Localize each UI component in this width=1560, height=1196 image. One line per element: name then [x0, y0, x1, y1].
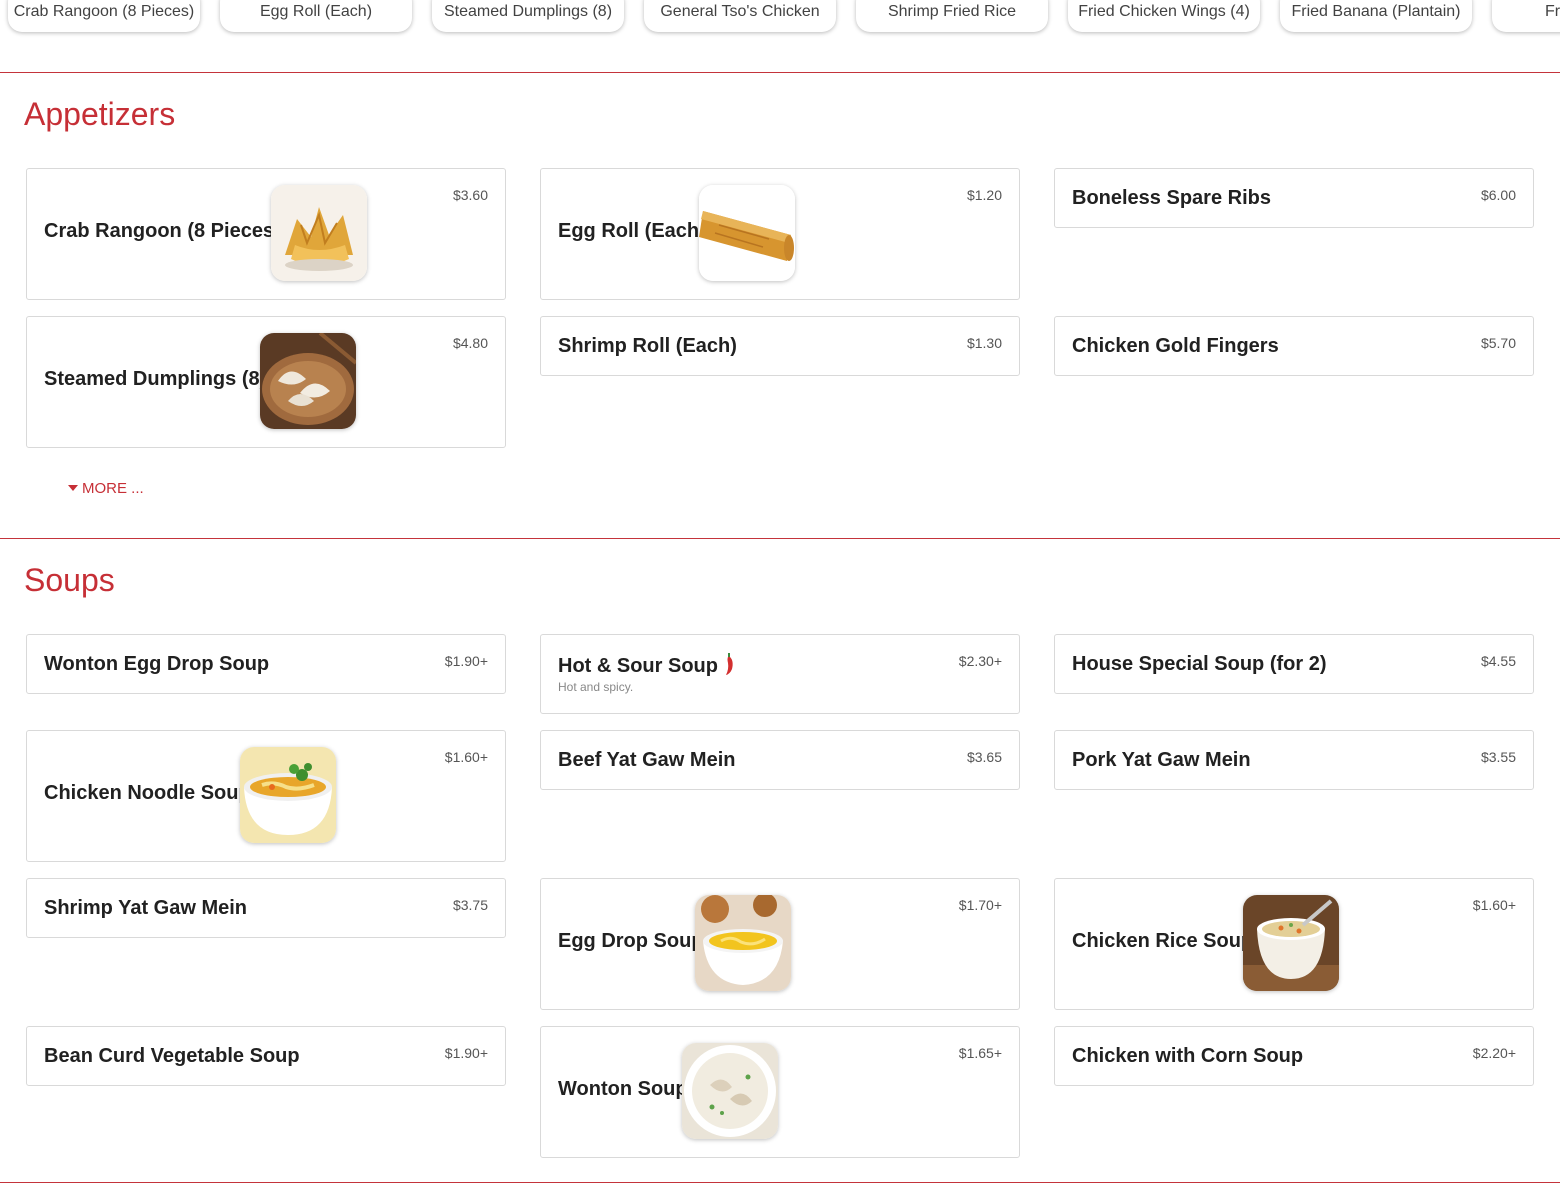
wonton-soup-image	[682, 1043, 778, 1139]
menu-item-card[interactable]: Chicken Rice Soup $1.60+	[1054, 878, 1534, 1010]
menu-item-price: $1.60+	[444, 749, 488, 765]
chicken-rice-soup-image	[1243, 895, 1339, 991]
menu-item-price: $6.00	[1480, 187, 1516, 203]
popular-item-chip[interactable]: General Tso's Chicken	[644, 0, 836, 32]
menu-item-name: Steamed Dumplings (8)	[44, 368, 267, 390]
popular-item-chip[interactable]: Fre	[1492, 0, 1560, 32]
popular-item-chip[interactable]: Crab Rangoon (8 Pieces)	[8, 0, 200, 32]
menu-item-price: $1.30	[966, 335, 1002, 351]
menu-item-name: Crab Rangoon (8 Pieces)	[44, 220, 281, 242]
menu-item-card[interactable]: Crab Rangoon (8 Pieces) $3.60	[26, 168, 506, 300]
chicken-noodle-soup-image	[240, 747, 336, 843]
egg-drop-soup-image	[695, 895, 791, 991]
menu-item-name: Chicken Rice Soup	[1072, 930, 1254, 952]
more-label: MORE ...	[82, 480, 144, 497]
menu-item-card[interactable]: Beef Yat Gaw Mein $3.65	[540, 730, 1020, 790]
popular-items-strip: Crab Rangoon (8 Pieces) Egg Roll (Each) …	[0, 0, 1560, 40]
menu-item-card[interactable]: Wonton Soup $1.65+	[540, 1026, 1020, 1158]
egg-roll-image	[699, 185, 795, 281]
crab-rangoon-image	[271, 185, 367, 281]
menu-item-name: Chicken with Corn Soup	[1072, 1045, 1304, 1067]
dumplings-image	[260, 333, 356, 429]
popular-item-chip[interactable]: Steamed Dumplings (8)	[432, 0, 624, 32]
menu-item-card[interactable]: Wonton Egg Drop Soup $1.90+	[26, 634, 506, 694]
menu-item-price: $5.70	[1480, 335, 1516, 351]
menu-item-card[interactable]: Boneless Spare Ribs $6.00	[1054, 168, 1534, 228]
menu-item-card[interactable]: Shrimp Roll (Each) $1.30	[540, 316, 1020, 376]
menu-item-name-text: Hot & Sour Soup	[558, 655, 718, 677]
menu-item-name: Shrimp Roll (Each)	[558, 335, 737, 357]
section-divider	[0, 1182, 1560, 1183]
menu-item-card[interactable]: Steamed Dumplings (8) $4.80	[26, 316, 506, 448]
menu-item-price: $2.30+	[958, 653, 1002, 669]
section-divider	[0, 72, 1560, 73]
menu-item-card[interactable]: Bean Curd Vegetable Soup $1.90+	[26, 1026, 506, 1086]
menu-item-price: $4.55	[1480, 653, 1516, 669]
menu-item-name: Bean Curd Vegetable Soup	[44, 1045, 300, 1067]
menu-item-card[interactable]: Pork Yat Gaw Mein $3.55	[1054, 730, 1534, 790]
popular-item-chip[interactable]: Fried Banana (Plantain)	[1280, 0, 1472, 32]
menu-item-card[interactable]: Egg Drop Soup $1.70+	[540, 878, 1020, 1010]
menu-item-name: Pork Yat Gaw Mein	[1072, 749, 1251, 771]
menu-item-name: House Special Soup (for 2)	[1072, 653, 1327, 675]
popular-item-chip[interactable]: Shrimp Fried Rice	[856, 0, 1048, 32]
menu-item-card[interactable]: Hot & Sour Soup Hot and spicy. $2.30+	[540, 634, 1020, 714]
menu-item-description: Hot and spicy.	[558, 680, 634, 694]
menu-item-card[interactable]: Chicken with Corn Soup $2.20+	[1054, 1026, 1534, 1086]
menu-item-price: $1.90+	[444, 1045, 488, 1061]
menu-item-card[interactable]: Chicken Gold Fingers $5.70	[1054, 316, 1534, 376]
menu-item-name: Egg Roll (Each)	[558, 220, 706, 242]
popular-item-chip[interactable]: Egg Roll (Each)	[220, 0, 412, 32]
menu-item-price: $3.60	[452, 187, 488, 203]
menu-item-price: $3.65	[966, 749, 1002, 765]
menu-item-card[interactable]: Shrimp Yat Gaw Mein $3.75	[26, 878, 506, 938]
caret-down-icon	[68, 485, 78, 491]
menu-item-card[interactable]: House Special Soup (for 2) $4.55	[1054, 634, 1534, 694]
menu-item-price: $1.70+	[958, 897, 1002, 913]
menu-item-price: $2.20+	[1472, 1045, 1516, 1061]
menu-item-name: Chicken Noodle Soup	[44, 782, 251, 804]
menu-item-price: $3.75	[452, 897, 488, 913]
menu-item-price: $4.80	[452, 335, 488, 351]
menu-item-name: Boneless Spare Ribs	[1072, 187, 1271, 209]
menu-item-name: Wonton Soup	[558, 1078, 688, 1100]
menu-item-name: Shrimp Yat Gaw Mein	[44, 897, 248, 919]
section-title-soups: Soups	[24, 562, 115, 598]
section-divider	[0, 538, 1560, 539]
menu-item-card[interactable]: Chicken Noodle Soup $1.60+	[26, 730, 506, 862]
menu-item-name: Chicken Gold Fingers	[1072, 335, 1279, 357]
menu-item-name: Beef Yat Gaw Mein	[558, 749, 736, 771]
section-title-appetizers: Appetizers	[24, 96, 176, 132]
menu-item-name: Hot & Sour Soup	[558, 653, 734, 681]
menu-item-price: $3.55	[1480, 749, 1516, 765]
menu-item-price: $1.90+	[444, 653, 488, 669]
popular-item-chip[interactable]: Fried Chicken Wings (4)	[1068, 0, 1260, 32]
menu-item-price: $1.60+	[1472, 897, 1516, 913]
menu-item-name: Wonton Egg Drop Soup	[44, 653, 270, 675]
menu-item-card[interactable]: Egg Roll (Each) $1.20	[540, 168, 1020, 300]
menu-item-price: $1.65+	[958, 1045, 1002, 1061]
menu-item-price: $1.20	[966, 187, 1002, 203]
chili-pepper-icon	[724, 653, 734, 681]
menu-item-name: Egg Drop Soup	[558, 930, 704, 952]
more-items-link[interactable]: MORE ...	[68, 480, 144, 497]
